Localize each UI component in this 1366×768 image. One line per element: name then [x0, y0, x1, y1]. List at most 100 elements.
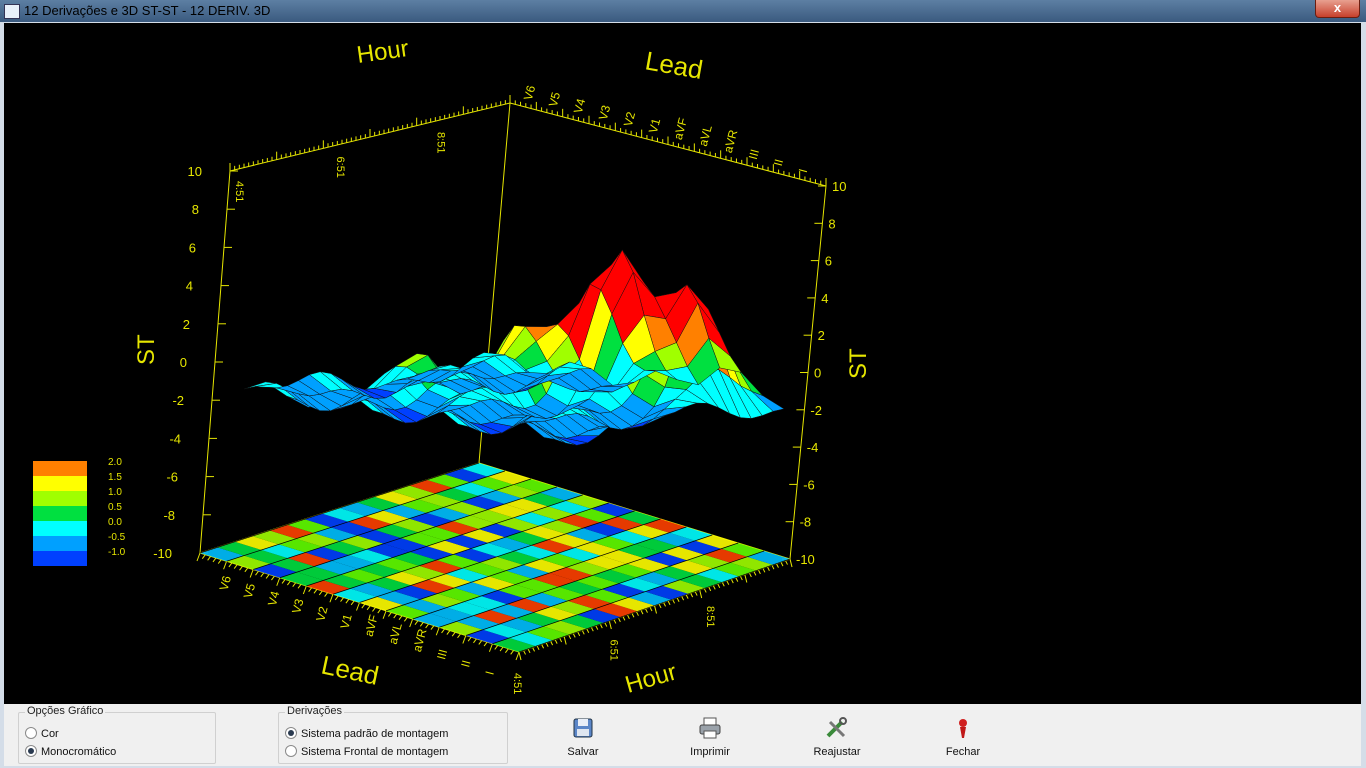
- save-icon: [573, 718, 593, 738]
- print-button[interactable]: Imprimir: [665, 712, 755, 760]
- colorbar-label: 0.5: [108, 502, 122, 513]
- hour-tick-mark: [613, 619, 617, 624]
- lead-tick-mark: [249, 569, 254, 578]
- save-button[interactable]: Salvar: [538, 712, 628, 760]
- lead-tick-mark: [414, 620, 419, 625]
- hour-tick-mark: [604, 622, 608, 627]
- lead-tick-mark: [510, 650, 515, 655]
- lead-tick-mark: [425, 623, 430, 629]
- leads-group-label: Derivações: [285, 705, 345, 717]
- st-tick-label-right: -10: [796, 552, 815, 567]
- title-bar: 12 Derivações e 3D ST-ST - 12 DERIV. 3D …: [0, 0, 1366, 22]
- readjust-button[interactable]: Reajustar: [792, 712, 882, 760]
- lead-tick-mark: [255, 570, 259, 576]
- exit-icon: [959, 719, 967, 738]
- lead-tick-mark: [345, 598, 350, 604]
- radio-color[interactable]: Cor: [25, 727, 59, 741]
- lead-tick-label-top: V6: [521, 84, 538, 102]
- hour-tick-mark: [735, 577, 739, 582]
- axis-title-hour-bottom: Hour: [622, 658, 679, 698]
- axis-title-lead-bottom: Lead: [319, 650, 382, 691]
- readjust-label: Reajustar: [813, 746, 861, 758]
- axis-title-st-right: ST: [845, 348, 872, 379]
- lead-tick-label-top: I: [796, 167, 810, 174]
- hour-tick-mark: [748, 572, 752, 578]
- hour-tick-mark: [536, 645, 540, 651]
- hour-tick-mark: [577, 631, 581, 637]
- lead-tick-label-bottom: III: [434, 648, 450, 661]
- hour-tick-mark: [676, 597, 680, 602]
- st-tick-label-left: 8: [192, 202, 199, 217]
- radio-standard-montage[interactable]: Sistema padrão de montagem: [285, 727, 448, 741]
- chart-area: 10 8 6 4 2 0 -2 -4 -6 -8 -10 10 8 6 4 2 0 -2 -4 -6 -8 -10 V6 V6…: [4, 23, 1361, 704]
- st-tick-label-left: 4: [186, 279, 193, 294]
- radio-button-selected[interactable]: [25, 745, 37, 758]
- st-tick-label-right: 4: [821, 291, 828, 306]
- colorbar-swatch: [33, 461, 87, 476]
- hour-tick-mark: [766, 566, 770, 571]
- lead-tick-label-bottom: aVF: [362, 613, 381, 638]
- hour-tick-mark: [694, 591, 698, 596]
- hour-tick-mark: [739, 575, 743, 581]
- radio-monochrome-label: Monocromático: [41, 746, 117, 758]
- hour-tick-mark: [608, 620, 612, 630]
- lead-tick-mark: [340, 597, 344, 602]
- lead-tick-mark: [467, 636, 472, 642]
- lead-tick-label-bottom: aVL: [386, 621, 405, 646]
- lead-tick-mark: [233, 564, 238, 569]
- colorbar-swatch: [33, 506, 87, 521]
- lead-tick-mark: [361, 603, 366, 609]
- st-tick-label-left: -6: [166, 470, 178, 485]
- lead-tick-label-bottom: V1: [337, 612, 354, 630]
- lead-tick-mark: [403, 617, 408, 622]
- hour-tick-mark: [554, 639, 558, 644]
- lead-tick-mark: [212, 557, 217, 563]
- hour-tick-mark: [640, 609, 644, 615]
- leads-group: Derivações Sistema padrão de montagem Si…: [278, 705, 508, 764]
- lead-tick-mark: [441, 628, 445, 634]
- radio-frontal-montage[interactable]: Sistema Frontal de montagem: [285, 745, 448, 759]
- hour-tick-mark: [631, 613, 635, 618]
- radio-monochrome[interactable]: Monocromático: [25, 745, 116, 759]
- close-button[interactable]: Fechar: [918, 712, 1008, 760]
- print-label: Imprimir: [690, 746, 730, 758]
- hour-tick-mark: [617, 617, 621, 623]
- lead-tick-label-bottom: I: [482, 670, 496, 677]
- radio-button[interactable]: [25, 727, 37, 740]
- hour-tick-label-bottom: 4:51: [511, 673, 523, 694]
- radio-button-selected[interactable]: [285, 727, 297, 740]
- lead-tick-mark: [244, 567, 249, 573]
- hour-tick-mark: [645, 608, 648, 613]
- lead-tick-label-bottom: V4: [265, 589, 282, 607]
- hour-tick-mark: [789, 558, 793, 568]
- colorbar-label: -0.5: [108, 532, 126, 543]
- lead-tick-mark: [409, 618, 414, 628]
- lead-tick-mark: [201, 554, 206, 559]
- hour-tick-mark: [681, 595, 685, 601]
- hour-tick-mark: [663, 602, 666, 607]
- lead-tick-mark: [366, 605, 371, 611]
- lead-tick-label-top: V2: [621, 110, 638, 128]
- hour-tick-mark: [712, 585, 716, 590]
- hour-tick-mark: [595, 625, 599, 630]
- radio-button[interactable]: [285, 745, 297, 758]
- hour-tick-mark: [550, 640, 554, 646]
- hour-tick-mark: [757, 569, 761, 575]
- lead-tick-label-bottom: V2: [313, 605, 330, 623]
- hour-tick-mark: [730, 578, 734, 584]
- lead-tick-mark: [393, 613, 398, 619]
- st-tick-label-right: -8: [800, 515, 812, 530]
- lead-tick-label-bottom: II: [458, 659, 473, 669]
- lead-tick-mark: [430, 625, 435, 630]
- lead-tick-label-bottom: V6: [217, 574, 234, 592]
- hour-tick-mark: [667, 600, 671, 606]
- radio-frontal-label: Sistema Frontal de montagem: [301, 746, 449, 758]
- lead-tick-mark: [462, 635, 467, 644]
- hour-tick-label-bottom: 6:51: [607, 640, 619, 661]
- colorbar-swatch: [33, 476, 87, 491]
- lead-tick-mark: [265, 574, 270, 579]
- lead-tick-mark: [387, 612, 392, 617]
- colorbar-label: -1.0: [108, 547, 126, 558]
- close-window-button[interactable]: x: [1315, 0, 1360, 18]
- lead-tick-mark: [451, 631, 456, 637]
